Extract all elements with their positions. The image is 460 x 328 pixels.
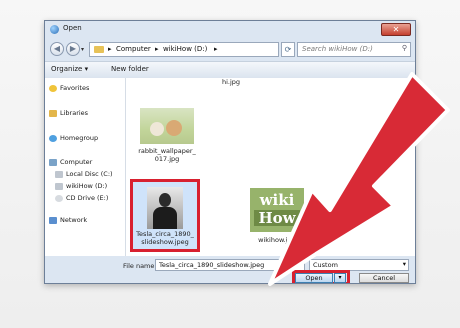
portrait-body (153, 207, 177, 229)
sidebar-item-wikihow-drive[interactable]: wikiHow (D:) (55, 182, 107, 190)
caption-line: rabbit_wallpaper_ (138, 147, 196, 155)
open-dialog: Open ✕ ◀ ▶ ▾ ▸ Computer ▸ wikiHow (D:) ▸… (44, 20, 416, 284)
address-bar[interactable]: ▸ Computer ▸ wikiHow (D:) ▸ (89, 42, 279, 57)
cancel-button[interactable]: Cancel (359, 273, 409, 283)
organize-button[interactable]: Organize ▾ (51, 65, 88, 73)
file-list: hi.jpg rabbit_wallpaper_ 017.jpg Tesla_c… (126, 78, 415, 256)
sidebar-item-label: Computer (60, 158, 93, 166)
sidebar-item-computer[interactable]: Computer (49, 158, 92, 166)
dialog-footer: File name: Tesla_circa_1890_slideshow.jp… (45, 256, 415, 283)
file-type-value: Custom (313, 261, 338, 269)
selected-file-tesla[interactable]: Tesla_circa_1890_ slideshow.jpeg (130, 179, 200, 252)
open-button[interactable]: Open (295, 273, 333, 283)
sidebar-item-label: wikiHow (D:) (66, 182, 108, 190)
wikihow-logo-bottom: How (254, 210, 300, 226)
sidebar-item-libraries[interactable]: Libraries (49, 109, 88, 117)
title-bar: Open ✕ (45, 21, 415, 39)
network-icon (49, 216, 57, 224)
rabbit-thumbnail[interactable] (140, 108, 194, 144)
caption-line: Tesla_circa_1890_ (136, 230, 194, 238)
new-folder-button[interactable]: New folder (111, 65, 149, 73)
cd-icon (55, 194, 63, 202)
disk-icon (55, 182, 63, 190)
wikihow-logo-top: wiki (259, 191, 295, 209)
breadcrumb-computer[interactable]: Computer (116, 45, 151, 53)
homegroup-icon (49, 134, 57, 142)
computer-icon (49, 158, 57, 166)
sidebar-item-favorites[interactable]: Favorites (49, 84, 89, 92)
rabbit-shape (150, 122, 164, 136)
search-icon: ⚲ (401, 44, 407, 52)
folder-icon (94, 46, 104, 53)
sidebar-item-label: Local Disc (C:) (66, 170, 113, 178)
sidebar-item-local-disc[interactable]: Local Disc (C:) (55, 170, 113, 178)
sidebar-item-cd-drive[interactable]: CD Drive (E:) (55, 194, 108, 202)
sidebar-item-network[interactable]: Network (49, 216, 87, 224)
sidebar-item-label: Favorites (60, 84, 90, 92)
sidebar-item-label: Network (60, 216, 88, 224)
refresh-button[interactable]: ⟳ (281, 42, 295, 57)
caption-line: slideshow.jpeg (141, 238, 189, 246)
forward-button[interactable]: ▶ (66, 42, 80, 56)
sidebar-item-homegroup[interactable]: Homegroup (49, 134, 98, 142)
crumb-separator: ▸ (108, 45, 112, 53)
sidebar-item-label: Libraries (60, 109, 89, 117)
caption-line: 017.jpg (154, 155, 180, 163)
library-icon (49, 109, 57, 117)
crumb-separator: ▸ (155, 45, 159, 53)
navigation-pane: Favorites Libraries Homegroup Computer L… (45, 78, 126, 256)
app-icon (50, 25, 59, 34)
disk-icon (55, 170, 63, 178)
breadcrumb-wikihow-drive[interactable]: wikiHow (D:) (163, 45, 207, 53)
sidebar-item-label: Homegroup (60, 134, 99, 142)
open-options-dropdown[interactable]: ▾ (334, 273, 346, 283)
file-name-label: File name: (123, 262, 157, 270)
toolbar: Organize ▾ New folder (45, 61, 415, 79)
file-name-partial[interactable]: hi.jpg (222, 78, 240, 86)
rabbit-file-caption[interactable]: rabbit_wallpaper_ 017.jpg (132, 147, 202, 163)
rabbit-shape (166, 120, 182, 136)
chevron-down-icon: ▾ (402, 260, 406, 268)
address-row: ◀ ▶ ▾ ▸ Computer ▸ wikiHow (D:) ▸ ⟳ Sear… (45, 39, 415, 61)
wikihow-file-caption[interactable]: wikihow.jpg (248, 236, 306, 244)
file-name-field[interactable]: Tesla_circa_1890_slideshow.jpeg (155, 259, 305, 271)
star-icon (49, 84, 57, 92)
tesla-thumbnail (147, 187, 183, 229)
close-button[interactable]: ✕ (381, 23, 411, 36)
wikihow-thumbnail[interactable]: wiki How (250, 188, 304, 232)
portrait-head (159, 193, 171, 207)
search-placeholder: Search wikiHow (D:) (302, 45, 373, 53)
dialog-title: Open (63, 24, 82, 32)
tesla-file-caption: Tesla_circa_1890_ slideshow.jpeg (133, 230, 197, 246)
sidebar-item-label: CD Drive (E:) (66, 194, 109, 202)
crumb-separator: ▸ (214, 45, 218, 53)
search-input[interactable]: Search wikiHow (D:) ⚲ (297, 42, 411, 57)
recent-pages-dropdown-icon[interactable]: ▾ (81, 46, 84, 53)
back-button[interactable]: ◀ (50, 42, 64, 56)
